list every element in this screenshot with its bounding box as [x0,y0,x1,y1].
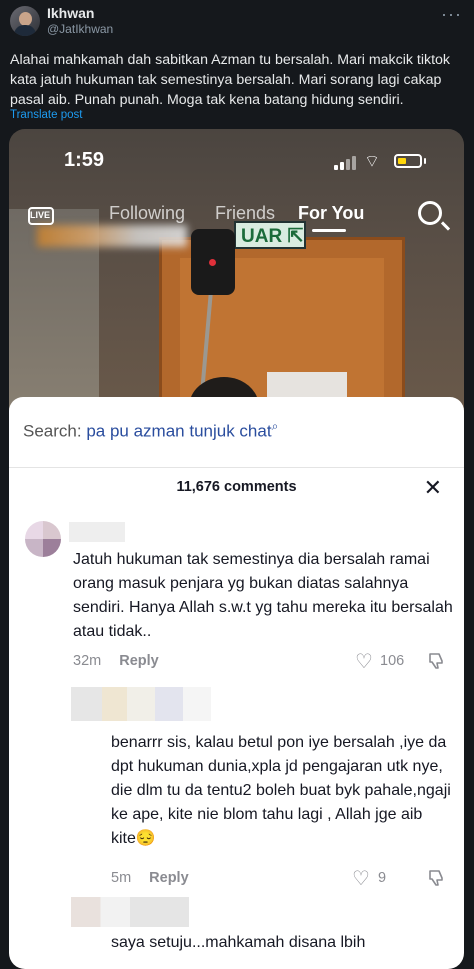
signal-icon [334,165,338,170]
camera-device [191,229,235,295]
reply-text: saya setuju...mahkamah disana lbih [111,934,366,951]
battery-icon [394,154,422,168]
live-icon[interactable]: LIVE [26,201,60,229]
tab-for-you[interactable]: For You [298,203,364,224]
comment-avatar[interactable] [25,521,61,557]
author-avatar[interactable] [10,6,40,36]
video-background: UAR ⇱ [9,129,464,437]
close-icon[interactable]: ✕ [424,475,442,501]
comment-time: 32m [73,653,102,669]
reply-username[interactable] [71,897,189,927]
reply-button[interactable]: Reply [119,653,159,669]
more-horizontal-icon[interactable]: ··· [441,4,462,25]
tweet-text: Alahai mahkamah dah sabitkan Azman tu be… [10,52,451,108]
active-tab-indicator [312,229,346,232]
search-query[interactable]: pa pu azman tunjuk chat [86,422,271,441]
reply-username[interactable] [71,687,211,721]
status-icons: ⌔ [334,152,434,171]
status-time: 1:59 [64,149,105,171]
comment-text: Jatuh hukuman tak semestinya dia bersala… [73,551,453,640]
search-label: Search: [23,421,82,441]
tab-following[interactable]: Following [109,203,185,224]
author-name[interactable]: Ikhwan [47,5,94,21]
dislike-icon[interactable] [427,652,445,670]
comments-count: 11,676 comments [176,479,297,495]
search-suggestion[interactable]: Search: pa pu azman tunjuk chat⌕ [23,419,278,442]
author-handle[interactable]: @JatIkhwan [47,22,113,36]
tab-friends[interactable]: Friends [215,203,275,224]
reply-button[interactable]: Reply [149,870,189,886]
like-count: 106 [380,653,405,669]
tweet-header: Ikhwan @JatIkhwan ··· [0,0,474,42]
comment-meta: 32m Reply [73,653,159,669]
reply-text: benarrr sis, kalau betul pon iye bersala… [111,734,451,847]
magnifier-icon: ⌕ [271,419,279,433]
reply-time: 5m [111,870,132,886]
heart-icon[interactable]: ♡ [355,649,373,674]
translate-post-link[interactable]: Translate post [10,109,82,121]
comment-username[interactable] [69,522,125,542]
tiktok-top-nav: LIVE Following Friends For You [9,201,464,232]
like-count: 9 [378,870,387,886]
dislike-icon[interactable] [427,869,445,887]
wifi-icon: ⌔ [364,152,380,171]
search-icon[interactable] [418,201,442,225]
embedded-screenshot[interactable]: UAR ⇱ 1:59 ⌔ LIVE Following Friends For … [9,129,464,969]
reply-meta: 5m Reply [111,870,189,886]
comments-sheet: Search: pa pu azman tunjuk chat⌕ 11,676 … [9,397,464,969]
heart-icon[interactable]: ♡ [352,866,370,891]
